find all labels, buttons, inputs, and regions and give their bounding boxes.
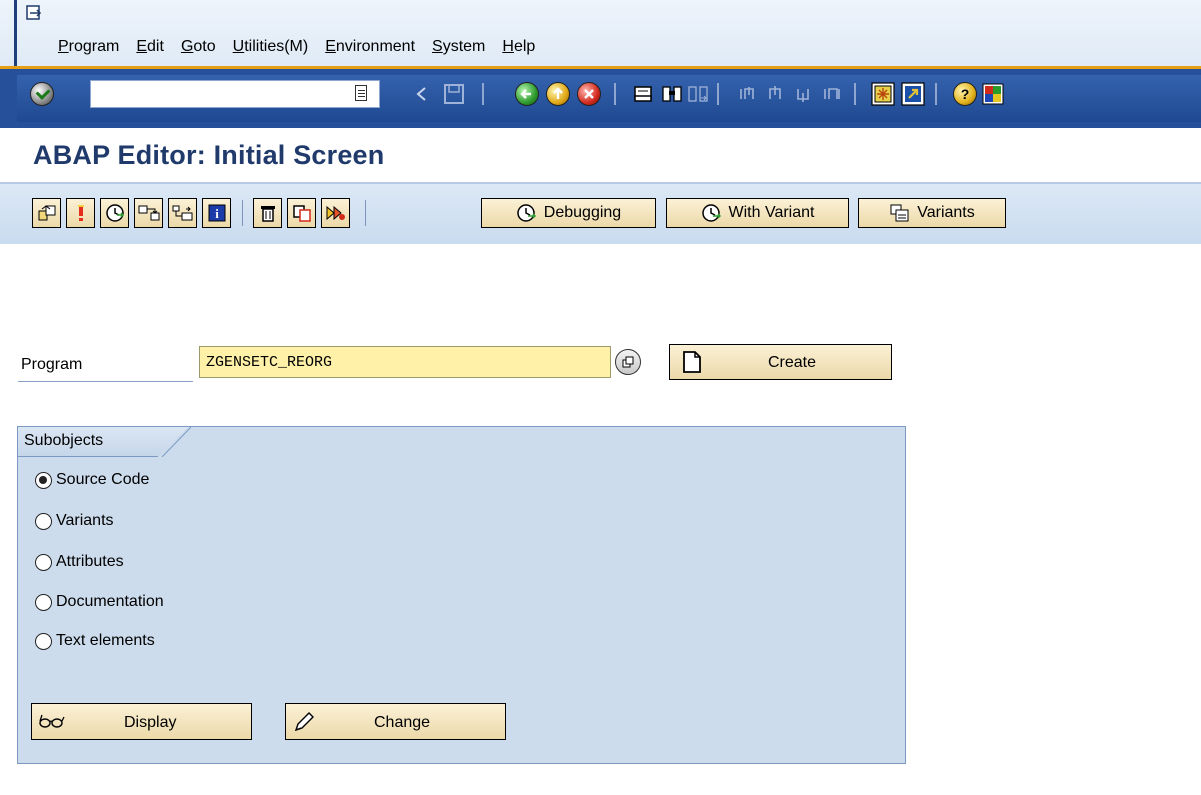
menu-items: Program Edit Goto Utilities(M) Environme… (58, 38, 552, 56)
debugging-label: Debugging (543, 204, 622, 221)
debugging-icon (517, 204, 536, 222)
previous-page-icon[interactable] (763, 80, 789, 108)
exit-icon[interactable] (545, 80, 571, 108)
toolbar-separator (854, 83, 856, 105)
toolbar-separator (935, 83, 937, 105)
radio-attributes[interactable]: Attributes (35, 553, 124, 571)
subobjects-title: Subobjects (24, 432, 104, 449)
navigation-window-button[interactable] (168, 198, 197, 228)
execute-button[interactable] (100, 198, 129, 228)
navigation-icon (172, 205, 192, 221)
expand-arrow-icon[interactable] (408, 80, 434, 108)
shortcut-icon[interactable] (900, 80, 926, 108)
radio-variants[interactable]: Variants (35, 512, 114, 530)
program-input[interactable] (199, 346, 611, 378)
page-title: ABAP Editor: Initial Screen (33, 140, 385, 170)
help-icon[interactable]: ? (952, 80, 978, 108)
back-icon[interactable] (514, 80, 540, 108)
radio-button[interactable] (35, 471, 52, 489)
customize-layout-icon[interactable] (980, 80, 1006, 108)
command-field[interactable] (90, 80, 380, 108)
copy-icon (292, 205, 311, 222)
print-icon[interactable] (630, 80, 656, 108)
display-button[interactable]: Display (31, 703, 252, 740)
radio-text-elements[interactable]: Text elements (35, 632, 155, 650)
where-used-icon (138, 205, 159, 221)
change-button[interactable]: Change (285, 703, 506, 740)
radio-button[interactable] (35, 632, 52, 650)
debugging-button[interactable]: Debugging (481, 198, 656, 228)
display-label: Display (124, 714, 177, 731)
value-help-icon[interactable] (615, 349, 641, 375)
delete-button[interactable] (253, 198, 282, 228)
glasses-icon (39, 714, 65, 728)
last-page-icon[interactable] (819, 80, 845, 108)
command-history-icon[interactable] (355, 85, 367, 101)
change-label: Change (374, 714, 431, 731)
radio-label: Documentation (56, 593, 164, 610)
rename-icon (326, 205, 345, 221)
create-button[interactable]: Create (669, 344, 892, 380)
variants-label: Variants (917, 204, 975, 221)
first-page-icon[interactable] (735, 80, 761, 108)
radio-source-code[interactable]: Source Code (35, 471, 149, 489)
toolbar-separator (242, 200, 243, 226)
new-session-icon[interactable] (870, 80, 896, 108)
toolbar-separator (482, 83, 484, 105)
radio-label: Source Code (56, 471, 150, 488)
radio-button[interactable] (35, 593, 52, 611)
other-object-icon (38, 205, 55, 221)
standard-toolbar: ? (0, 66, 1201, 128)
subobjects-tab-edge (161, 427, 191, 457)
program-label: Program (21, 356, 83, 373)
check-syntax-icon (77, 205, 84, 221)
menu-utilities[interactable]: Utilities(M) (233, 38, 309, 56)
radio-button[interactable] (35, 553, 52, 571)
menu-help[interactable]: Help (502, 38, 535, 56)
with-variant-label: With Variant (728, 204, 815, 221)
with-variant-button[interactable]: With Variant (666, 198, 849, 228)
menu-bar: Program Edit Goto Utilities(M) Environme… (0, 0, 1201, 128)
clock-execute-icon (105, 204, 124, 222)
radio-label: Text elements (56, 632, 155, 649)
next-page-icon[interactable] (791, 80, 817, 108)
menu-environment[interactable]: Environment (325, 38, 415, 56)
system-menu-icon[interactable] (26, 5, 42, 21)
svg-text:i: i (215, 206, 219, 221)
pencil-icon (294, 712, 314, 732)
radio-documentation[interactable]: Documentation (35, 593, 164, 611)
toolbar-separator (614, 83, 616, 105)
radio-label: Attributes (56, 553, 124, 570)
with-variant-icon (701, 204, 721, 222)
copy-button[interactable] (287, 198, 316, 228)
title-area: ABAP Editor: Initial Screen (0, 128, 1201, 184)
menu-program[interactable]: Program (58, 38, 119, 56)
where-used-button[interactable] (134, 198, 163, 228)
find-next-icon[interactable] (685, 80, 711, 108)
information-button[interactable]: i (202, 198, 231, 228)
rename-button[interactable] (321, 198, 350, 228)
info-icon: i (208, 204, 225, 222)
radio-label: Variants (56, 512, 114, 529)
radio-button[interactable] (35, 512, 52, 530)
other-object-button[interactable] (32, 198, 61, 228)
menu-goto[interactable]: Goto (181, 38, 216, 56)
trash-icon (260, 206, 275, 222)
menu-edit[interactable]: Edit (136, 38, 164, 56)
check-syntax-button[interactable] (66, 198, 95, 228)
application-toolbar: i Debugging With Variant Variants (0, 184, 1201, 244)
save-icon[interactable] (441, 80, 467, 108)
enter-check-icon[interactable] (30, 82, 54, 106)
menu-system[interactable]: System (432, 38, 485, 56)
new-document-icon (683, 351, 701, 373)
variants-icon (890, 204, 909, 222)
toolbar-separator (717, 83, 719, 105)
find-icon[interactable] (659, 80, 685, 108)
toolbar-separator (365, 200, 366, 226)
cancel-icon[interactable] (576, 80, 602, 108)
create-label: Create (768, 354, 817, 371)
variants-button[interactable]: Variants (858, 198, 1006, 228)
subobjects-group: Subobjects Source Code Variants Attribut… (17, 426, 906, 764)
program-label-underline (18, 381, 193, 382)
